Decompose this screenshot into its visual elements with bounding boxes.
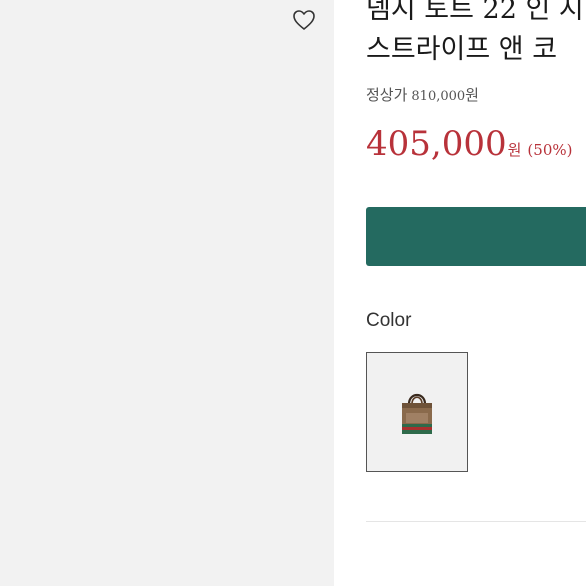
original-price-value: 810,000 <box>411 89 466 104</box>
heart-icon <box>293 10 315 30</box>
product-image-gallery <box>0 0 334 586</box>
color-swatch[interactable] <box>366 352 468 472</box>
sale-price-value: 405,000 <box>366 124 507 164</box>
section-divider <box>366 521 586 522</box>
product-title: 뎀시 토트 22 인 시 스트라이프 앤 코 <box>366 0 586 70</box>
original-price-label: 정상가 <box>366 86 408 104</box>
product-title-line-1: 뎀시 토트 22 인 시 <box>366 0 584 25</box>
original-price: 정상가 810,000원 <box>366 84 479 105</box>
product-title-line-2: 스트라이프 앤 코 <box>366 34 558 65</box>
sale-price-unit: 원 <box>507 141 522 159</box>
discount-rate: (50%) <box>527 141 573 159</box>
sale-price: 405,000원 (50%) <box>366 124 572 164</box>
original-price-unit: 원 <box>465 86 479 104</box>
color-option-label: Color <box>366 310 412 331</box>
wishlist-button[interactable] <box>290 6 318 34</box>
tote-bag-icon <box>402 393 432 434</box>
product-info-panel: 뎀시 토트 22 인 시 스트라이프 앤 코 정상가 810,000원 405,0… <box>366 0 586 586</box>
purchase-button[interactable] <box>366 207 586 266</box>
